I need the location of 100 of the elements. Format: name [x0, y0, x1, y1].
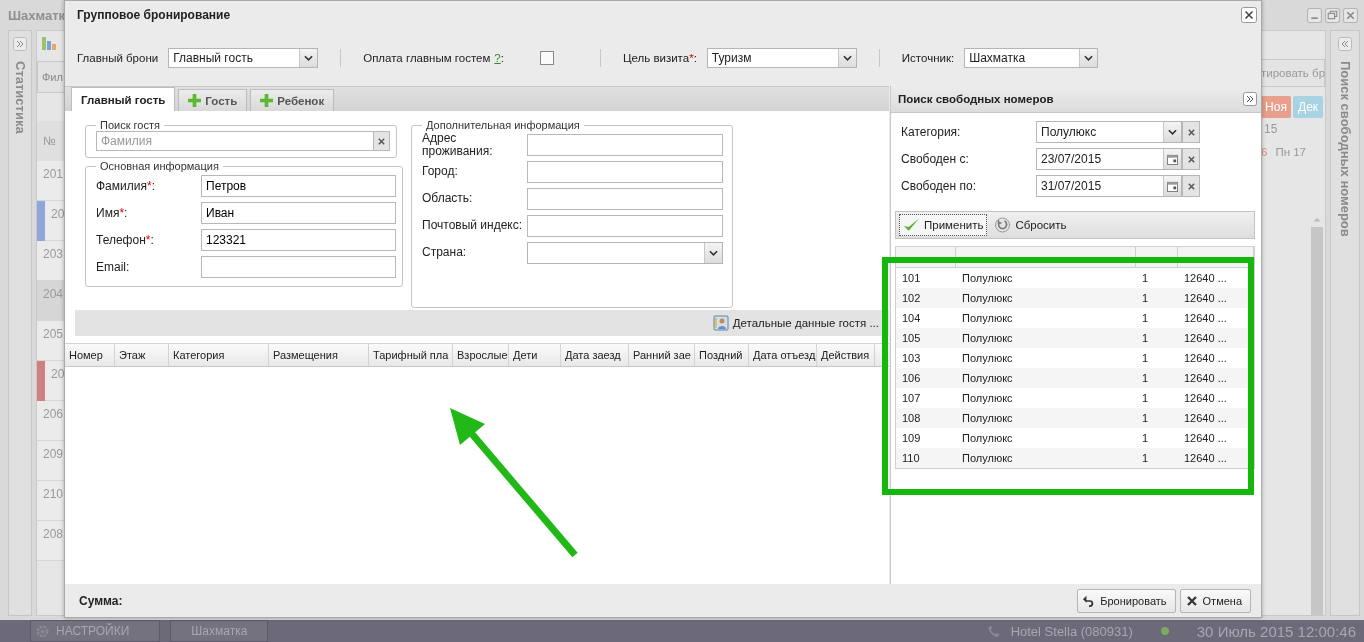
- text-field[interactable]: [201, 255, 396, 278]
- table-cell-text: 1: [1141, 431, 1150, 446]
- table-cell-text: 12640 ...: [1183, 391, 1228, 406]
- table-cell-text: 12640 ...: [1183, 331, 1228, 346]
- tab[interactable]: Гость: [178, 89, 248, 111]
- apply-button[interactable]: Применить: [899, 214, 988, 236]
- cross-icon: [377, 136, 386, 146]
- text-field[interactable]: [527, 187, 723, 210]
- group-title: Основная информация: [99, 160, 220, 172]
- details-button[interactable]: Детальные данные гостя ...: [712, 315, 879, 331]
- day-header: 6: [1261, 146, 1268, 158]
- column-header[interactable]: Ранний зае: [629, 344, 695, 366]
- table-cell-text: 107: [901, 391, 922, 406]
- search-field[interactable]: Фамилия: [96, 131, 373, 151]
- room-number: 205: [42, 326, 64, 341]
- group-title: Поиск гостя: [99, 119, 161, 131]
- table-cell-text: 103: [901, 351, 922, 366]
- column-header[interactable]: Размещения: [269, 344, 369, 366]
- date-field[interactable]: 23/07/2015: [1036, 148, 1182, 170]
- column-header[interactable]: Поздний: [695, 344, 749, 366]
- column-header[interactable]: Этаж: [115, 344, 169, 366]
- dialog-title: Групповое бронирование: [77, 8, 231, 22]
- collapse-icon[interactable]: [1243, 92, 1257, 106]
- reset-icon: [994, 217, 1012, 233]
- cross-icon: [1186, 181, 1196, 191]
- column-header[interactable]: Дата заезд: [561, 344, 629, 366]
- field-label: Цель визита*:: [622, 51, 697, 64]
- scroll-up-icon[interactable]: [1312, 217, 1322, 223]
- clear-button[interactable]: [373, 131, 390, 151]
- select-field[interactable]: [527, 241, 723, 264]
- room-number: 206: [42, 406, 64, 421]
- text-field[interactable]: [527, 214, 723, 237]
- select-field[interactable]: Туризм: [706, 47, 857, 68]
- table-cell-text: 1: [1141, 331, 1150, 346]
- checkbox[interactable]: [539, 50, 554, 65]
- table-cell-text: 12640 ...: [1183, 431, 1228, 446]
- expand-icon[interactable]: [13, 37, 27, 51]
- clear-button[interactable]: [1182, 148, 1200, 170]
- tab[interactable]: Ребенок: [250, 89, 335, 111]
- reset-button[interactable]: Сбросить: [991, 215, 1070, 235]
- table-cell-text: 105: [901, 331, 922, 346]
- column-header[interactable]: Категория: [169, 344, 269, 366]
- select-field[interactable]: Полулюкс: [1036, 121, 1182, 143]
- field-label: Свободен с:: [901, 152, 970, 166]
- cancel-button[interactable]: Отмена: [1179, 588, 1251, 613]
- panel-title: Поиск свободных номеров: [898, 93, 1054, 105]
- table-cell-text: Полулюкс: [961, 291, 1014, 306]
- panel-title: Поиск свободных номеров: [1337, 61, 1353, 237]
- table-cell-text: 1: [1141, 351, 1150, 366]
- table-cell-text: 109: [901, 431, 922, 446]
- table-cell-text: 12640 ...: [1183, 311, 1228, 326]
- caret-icon: [1168, 129, 1177, 135]
- field-label: Фамилия*:: [96, 178, 156, 193]
- scroll-thumb[interactable]: [1311, 226, 1323, 615]
- check-icon: [903, 217, 920, 233]
- date-field[interactable]: 31/07/2015: [1036, 175, 1182, 197]
- table-cell-text: 12640 ...: [1183, 291, 1228, 306]
- table-cell-text: Полулюкс: [961, 331, 1014, 346]
- field-label: Свободен по:: [901, 179, 977, 193]
- cross-icon: [1186, 154, 1196, 164]
- table-cell-text: 1: [1141, 451, 1150, 466]
- table-cell-text: 12640 ...: [1183, 451, 1228, 466]
- caret-icon: [709, 249, 718, 256]
- column-header[interactable]: Тарифный пла: [369, 344, 453, 366]
- column-header[interactable]: Действия: [817, 344, 875, 366]
- text-field[interactable]: 123321: [201, 228, 396, 251]
- close-icon[interactable]: [1241, 7, 1257, 23]
- hotel-name: Hotel Stella (080931): [1010, 623, 1133, 639]
- help-link[interactable]: ?: [494, 51, 501, 64]
- table-cell-text: Полулюкс: [961, 371, 1014, 386]
- room-number: 204: [42, 286, 64, 301]
- field-label: Город:: [422, 165, 459, 178]
- column-header[interactable]: Дата отъезд: [749, 344, 817, 366]
- field-label: Источник:: [901, 51, 955, 64]
- select-field[interactable]: Главный гость: [168, 47, 319, 68]
- bar-chart-icon[interactable]: [41, 35, 57, 51]
- column-header[interactable]: Номер: [65, 344, 115, 366]
- restore-icon[interactable]: [1325, 7, 1340, 23]
- column-header[interactable]: Дети: [509, 344, 561, 366]
- cross-icon: [1186, 127, 1196, 137]
- minimize-icon[interactable]: [1307, 7, 1322, 23]
- table-cell-text: 104: [901, 311, 922, 326]
- clear-button[interactable]: [1182, 121, 1200, 143]
- field-label: Email:: [96, 259, 131, 274]
- text-field[interactable]: Иван: [201, 201, 396, 224]
- book-button[interactable]: Бронировать: [1077, 588, 1176, 613]
- table-cell-text: 12640 ...: [1183, 371, 1228, 386]
- select-field[interactable]: Шахматка: [964, 47, 1099, 68]
- text-field[interactable]: Петров: [201, 174, 396, 197]
- caret-icon: [1084, 54, 1094, 61]
- field-label: Телефон*:: [96, 232, 155, 247]
- clear-button[interactable]: [1182, 175, 1200, 197]
- text-field[interactable]: [527, 133, 723, 156]
- table-cell-text: Полулюкс: [961, 391, 1014, 406]
- column-header[interactable]: Взрослые: [453, 344, 509, 366]
- table-cell-text: 1: [1141, 391, 1150, 406]
- room-number: 20: [50, 206, 65, 221]
- tab[interactable]: Главный гость: [71, 87, 176, 111]
- text-field[interactable]: [527, 160, 723, 183]
- field-label: Категория:: [901, 125, 962, 139]
